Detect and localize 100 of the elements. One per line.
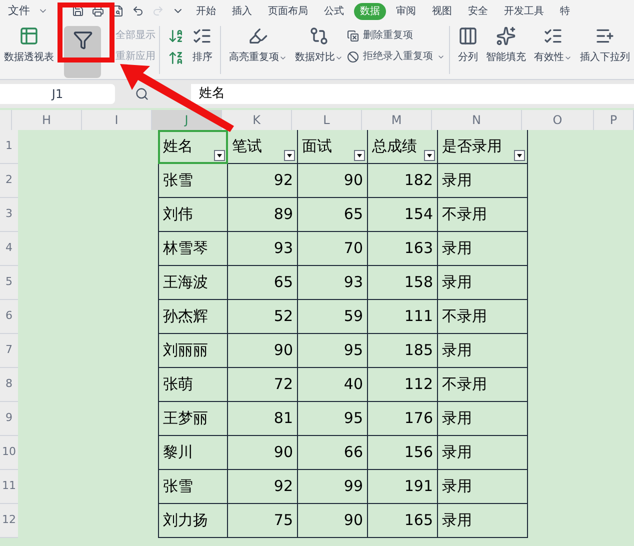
smart-fill-icon (496, 26, 516, 46)
table-cell-text: 112 (404, 374, 433, 396)
remove-duplicates-button[interactable]: 删除重复项 (363, 28, 414, 43)
menu-tab[interactable]: 数据 (354, 2, 386, 20)
table-cell-text: 王梦丽 (163, 408, 208, 430)
menu-tab[interactable]: 公式 (318, 2, 350, 20)
header-cell-text: 面试 (302, 136, 332, 158)
row-header[interactable]: 9 (0, 402, 18, 436)
row-header[interactable]: 11 (0, 470, 18, 504)
menu-tab[interactable]: 审阅 (390, 2, 422, 20)
undo-icon[interactable] (132, 5, 144, 17)
table-cell-text: 孙杰辉 (163, 306, 208, 328)
menu-tab[interactable]: 页面布局 (262, 2, 314, 20)
filter-dropdown-icon[interactable] (354, 150, 365, 161)
pivot-table-icon (19, 26, 39, 46)
sort-ascending-icon[interactable] (168, 28, 184, 44)
table-cell-text: 176 (404, 408, 433, 430)
table-cell-text: 72 (274, 374, 293, 396)
filter-button[interactable] (64, 26, 102, 78)
row-header[interactable]: 7 (0, 334, 18, 368)
smart-fill-button[interactable]: 智能填充 (486, 50, 526, 65)
sort-button[interactable]: 排序 (192, 50, 212, 65)
header-cell-text: 姓名 (163, 136, 193, 158)
pivot-table-button[interactable]: 数据透视表 (4, 50, 54, 65)
table-cell-text: 93 (344, 272, 363, 294)
table-cell-text: 163 (404, 238, 433, 260)
row-header[interactable]: 10 (0, 436, 18, 470)
column-header[interactable]: M (362, 110, 432, 130)
compare-icon (309, 26, 330, 46)
row-header[interactable]: 12 (0, 504, 18, 538)
split-column-button[interactable]: 分列 (458, 50, 478, 65)
table-cell-text: 92 (274, 476, 293, 498)
table-cell-text: 黎川 (163, 442, 193, 464)
filter-icon[interactable] (72, 30, 93, 50)
table-cell-text: 刘伟 (163, 204, 193, 226)
row-header[interactable]: 4 (0, 232, 18, 266)
split-column-icon (458, 26, 478, 46)
header-cell-text: 笔试 (232, 136, 262, 158)
table-cell-text: 90 (344, 510, 363, 532)
table-cell-text: 70 (344, 238, 363, 260)
row-header[interactable]: 3 (0, 198, 18, 232)
table-cell-text: 65 (274, 272, 293, 294)
menu-tab[interactable]: 视图 (426, 2, 458, 20)
row-header[interactable]: 8 (0, 368, 18, 402)
menu-tab[interactable]: 开始 (190, 2, 222, 20)
table-cell-text: 不录用 (442, 374, 487, 396)
table-cell-text: 录用 (442, 510, 472, 532)
row-header[interactable]: 5 (0, 266, 18, 300)
file-menu[interactable]: 文件 (0, 2, 38, 20)
table-cell-text: 182 (404, 170, 433, 192)
column-header[interactable]: L (292, 110, 362, 130)
table-cell-text: 90 (274, 340, 293, 362)
table-cell-text: 95 (344, 340, 363, 362)
table-cell-text: 81 (274, 408, 293, 430)
menu-tab[interactable]: 特 (554, 2, 576, 20)
header-cell-text: 总成绩 (372, 136, 417, 158)
table-cell-text: 165 (404, 510, 433, 532)
column-header[interactable]: O (522, 110, 594, 130)
table-cell-text: 89 (274, 204, 293, 226)
reject-duplicates-button[interactable]: 拒绝录入重复项 (363, 49, 434, 64)
column-header[interactable]: P (594, 110, 634, 130)
table-cell-text: 95 (344, 408, 363, 430)
table-cell-text: 录用 (442, 442, 472, 464)
menu-tab[interactable]: 插入 (226, 2, 258, 20)
row-header[interactable]: 2 (0, 164, 18, 198)
filter-dropdown-icon[interactable] (514, 150, 525, 161)
validity-button[interactable]: 有效性 (534, 50, 564, 65)
data-compare-button[interactable]: 数据对比 (295, 50, 336, 65)
menu-tab[interactable]: 开发工具 (498, 2, 550, 20)
sort-descending-icon[interactable] (168, 50, 184, 66)
table-cell-text: 张雪 (163, 476, 193, 498)
table-cell-text: 93 (274, 238, 293, 260)
table-cell-text: 92 (274, 170, 293, 192)
column-header[interactable]: N (432, 110, 522, 130)
filter-dropdown-icon[interactable] (284, 150, 295, 161)
formula-field[interactable]: 姓名 (191, 84, 634, 104)
row-header[interactable]: 1 (0, 130, 18, 164)
table-cell-text: 65 (344, 204, 363, 226)
preview-icon[interactable] (112, 5, 124, 17)
table-cell-text: 90 (344, 170, 363, 192)
highlight-duplicates-button[interactable]: 高亮重复项 (229, 50, 280, 65)
print-icon[interactable] (92, 5, 104, 17)
filter-dropdown-icon[interactable] (214, 150, 225, 161)
table-cell-text: 90 (274, 442, 293, 464)
filter-dropdown-icon[interactable] (424, 150, 435, 161)
table-cell-text: 张萌 (163, 374, 193, 396)
row-header[interactable]: 6 (0, 300, 18, 334)
table-cell-text: 40 (344, 374, 363, 396)
menu-tab[interactable]: 安全 (462, 2, 494, 20)
table-cell-text: 林雪琴 (163, 238, 208, 260)
table-cell-text: 录用 (442, 408, 472, 430)
table-cell-text: 111 (404, 306, 433, 328)
table-cell-text: 191 (404, 476, 433, 498)
search-icon[interactable] (135, 87, 149, 101)
table-cell-text: 99 (344, 476, 363, 498)
insert-dropdown-button[interactable]: 插入下拉列 (580, 50, 630, 65)
highlight-frame (58, 2, 114, 62)
name-box[interactable]: J1 (0, 84, 115, 104)
table-cell-text: 66 (344, 442, 363, 464)
save-icon[interactable] (72, 5, 84, 17)
